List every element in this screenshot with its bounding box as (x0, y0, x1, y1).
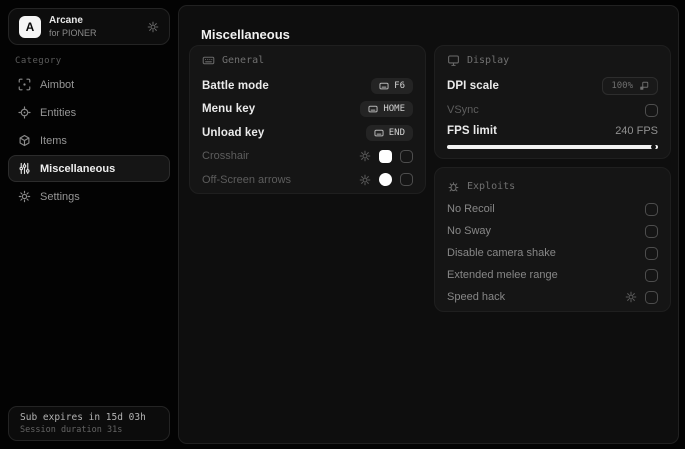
key-icon (368, 104, 378, 114)
sidebar-item-label: Entities (40, 106, 77, 119)
session-duration-text: Session duration 31s (20, 425, 123, 435)
unload-key-keybind[interactable]: END (365, 124, 413, 141)
general-card-header: General (202, 46, 413, 74)
vsync-label: VSync (447, 104, 479, 116)
disable-camera-shake-checkbox[interactable] (645, 246, 658, 260)
key-icon (374, 128, 384, 138)
gear-icon (18, 190, 31, 203)
cube-icon (18, 134, 31, 147)
exploits-card-title: Exploits (467, 180, 516, 192)
dpi-scale-row: DPI scale 100% (447, 74, 658, 98)
no-recoil-label: No Recoil (447, 203, 495, 215)
menu-key-row: Menu key HOME (202, 98, 413, 122)
general-card-title: General (222, 54, 265, 66)
fps-limit-label: FPS limit (447, 125, 498, 137)
sidebar-nav: Aimbot Entities Items Miscellaneous Sett… (8, 71, 170, 211)
no-sway-label: No Sway (447, 225, 492, 237)
extended-melee-range-label: Extended melee range (447, 269, 558, 281)
logo-letter: A (25, 19, 35, 34)
crosshair-checkbox[interactable] (400, 149, 413, 163)
fps-limit-slider[interactable] (447, 144, 658, 150)
page-title: Miscellaneous (201, 27, 290, 42)
gear-icon[interactable] (625, 291, 637, 303)
fps-limit-value: 240 FPS (615, 125, 658, 137)
speed-hack-label: Speed hack (447, 291, 506, 303)
menu-key-label: Menu key (202, 103, 256, 116)
offscreen-arrows-color-swatch[interactable] (379, 173, 392, 187)
display-card-header: Display (447, 46, 658, 74)
exploits-card: Exploits No Recoil No Sway Disable camer… (434, 167, 671, 312)
speed-hack-checkbox[interactable] (645, 290, 658, 304)
display-card: Display DPI scale 100% VSync FPS limit 2… (434, 45, 671, 159)
main-panel: Miscellaneous General Battle mode F6 Men… (178, 5, 679, 444)
keyboard-icon (202, 54, 215, 67)
scale-icon (639, 81, 649, 91)
display-card-title: Display (467, 54, 510, 66)
extended-melee-range-checkbox[interactable] (645, 268, 658, 282)
subscription-card: Sub expires in 15d 03h Session duration … (8, 406, 170, 441)
category-label: Category (15, 56, 62, 66)
sidebar-item-aimbot[interactable]: Aimbot (8, 71, 170, 98)
crosshair-label: Crosshair (202, 150, 250, 163)
no-recoil-row: No Recoil (447, 198, 658, 220)
offscreen-arrows-label: Off-Screen arrows (202, 173, 292, 186)
vsync-row: VSync (447, 98, 658, 122)
brand-card: A Arcane for PIONER (8, 8, 170, 45)
keybind-value: END (388, 127, 405, 138)
gear-icon[interactable] (147, 21, 159, 33)
key-icon (379, 81, 389, 91)
sidebar-item-label: Settings (40, 190, 80, 203)
battle-mode-keybind[interactable]: F6 (371, 77, 413, 94)
fps-limit-row: FPS limit 240 FPS (447, 122, 658, 140)
sidebar-item-items[interactable]: Items (8, 127, 170, 154)
sidebar-item-settings[interactable]: Settings (8, 183, 170, 210)
sidebar: A Arcane for PIONER Category Aimbot Enti… (0, 0, 178, 449)
extended-melee-range-row: Extended melee range (447, 264, 658, 286)
sub-expiry-text: Sub expires in 15d 03h (20, 412, 146, 423)
keybind-value: F6 (394, 80, 405, 91)
disable-camera-shake-row: Disable camera shake (447, 242, 658, 264)
sidebar-item-entities[interactable]: Entities (8, 99, 170, 126)
keybind-value: HOME (383, 104, 405, 115)
crosshair-color-swatch[interactable] (379, 149, 392, 163)
sidebar-item-miscellaneous[interactable]: Miscellaneous (8, 155, 170, 182)
brand-text: Arcane for PIONER (49, 15, 97, 38)
sliders-icon (18, 162, 31, 175)
battle-mode-row: Battle mode F6 (202, 74, 413, 98)
app-name: Arcane (49, 15, 83, 26)
no-sway-checkbox[interactable] (645, 224, 658, 238)
radar-icon (18, 106, 31, 119)
no-sway-row: No Sway (447, 220, 658, 242)
menu-key-keybind[interactable]: HOME (360, 101, 413, 118)
disable-camera-shake-label: Disable camera shake (447, 247, 556, 259)
speed-hack-row: Speed hack (447, 286, 658, 308)
general-card: General Battle mode F6 Menu key HOME Unl… (189, 45, 426, 194)
offscreen-arrows-row: Off-Screen arrows (202, 168, 413, 192)
crosshair-row: Crosshair (202, 145, 413, 169)
dpi-scale-value: 100% (611, 81, 633, 91)
sidebar-item-label: Aimbot (40, 78, 75, 91)
sidebar-item-label: Miscellaneous (40, 162, 116, 175)
no-recoil-checkbox[interactable] (645, 202, 658, 216)
monitor-icon (447, 54, 460, 67)
gear-icon[interactable] (359, 150, 371, 162)
unload-key-row: Unload key END (202, 121, 413, 145)
arcane-logo: A (19, 15, 41, 38)
unload-key-label: Unload key (202, 126, 265, 139)
vsync-checkbox[interactable] (645, 103, 658, 117)
offscreen-arrows-checkbox[interactable] (400, 173, 413, 187)
app-subtitle: for PIONER (49, 28, 97, 38)
bug-icon (447, 180, 460, 193)
dpi-scale-label: DPI scale (447, 80, 500, 92)
dpi-scale-select[interactable]: 100% (602, 77, 658, 95)
crosshair-scan-icon (18, 78, 31, 91)
sidebar-item-label: Items (40, 134, 67, 147)
slider-knob[interactable] (651, 144, 656, 150)
battle-mode-label: Battle mode (202, 79, 269, 92)
arcane-window: A Arcane for PIONER Category Aimbot Enti… (0, 0, 685, 449)
exploits-card-header: Exploits (447, 168, 658, 198)
gear-icon[interactable] (359, 174, 371, 186)
